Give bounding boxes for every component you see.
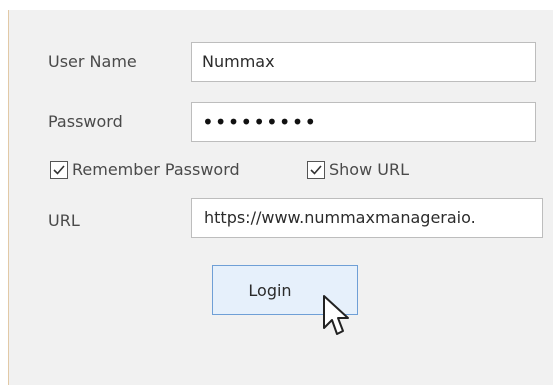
checkmark-icon <box>50 160 68 179</box>
username-label: User Name <box>48 52 137 71</box>
show-url-checkbox[interactable]: Show URL <box>307 160 409 179</box>
url-label: URL <box>48 211 80 230</box>
remember-password-checkbox[interactable]: Remember Password <box>50 160 240 179</box>
url-field[interactable]: https://www.nummaxmanageraio. <box>191 198 543 238</box>
checkmark-icon <box>307 160 325 179</box>
username-field[interactable]: Nummax <box>191 42 536 82</box>
password-field[interactable]: ••••••••• <box>191 102 536 142</box>
login-label: Login <box>248 280 292 300</box>
mouse-pointer-icon <box>322 294 350 344</box>
password-label: Password <box>48 112 123 131</box>
remember-password-label: Remember Password <box>72 160 240 179</box>
show-url-label: Show URL <box>329 160 409 179</box>
